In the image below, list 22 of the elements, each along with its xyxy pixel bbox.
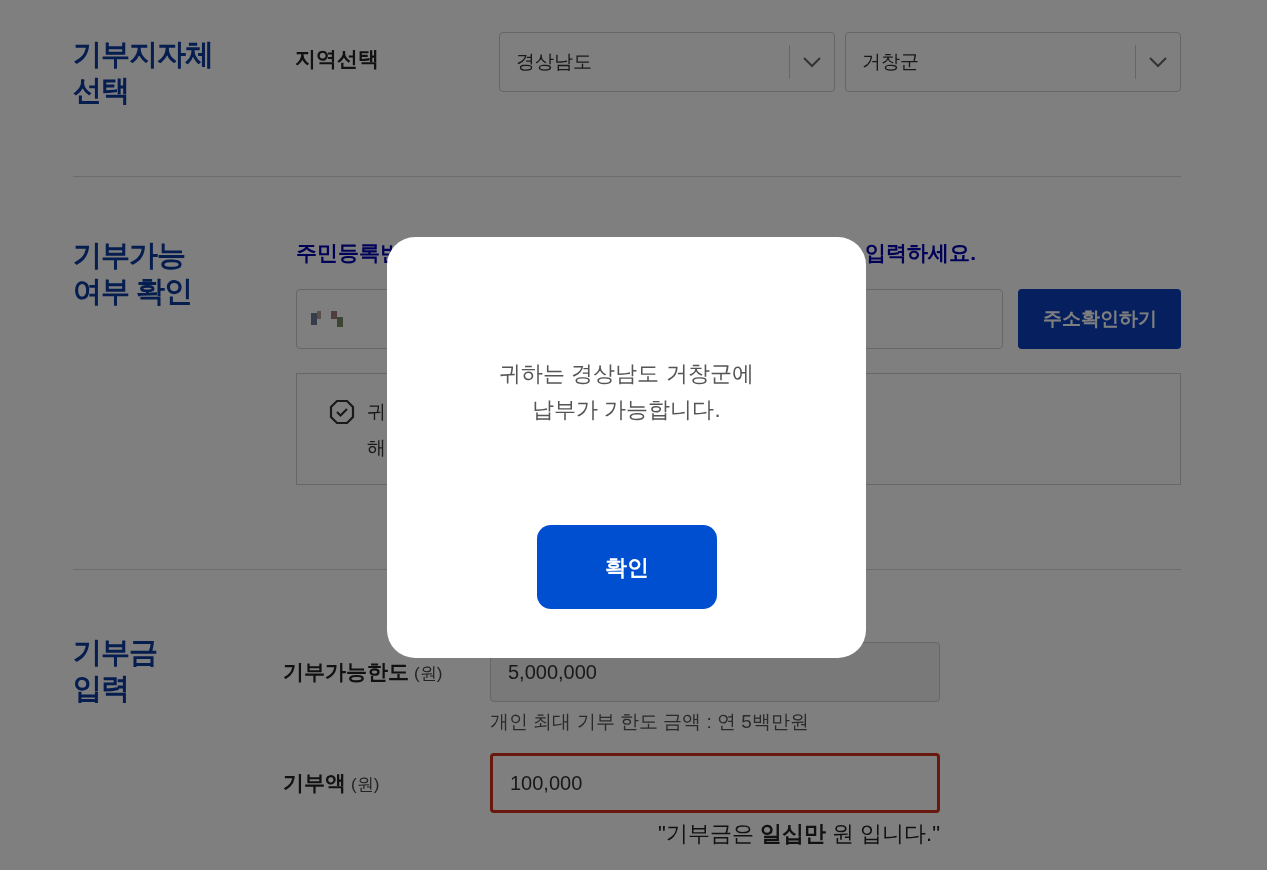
amount-words-text: "기부금은 일십만 원 입니다."	[657, 819, 940, 848]
region-select[interactable]: 경상남도	[499, 32, 835, 92]
dialog-message: 귀하는 경상남도 거창군에 납부가 가능합니다.	[499, 360, 754, 424]
instruction-text: 입력하세요.	[865, 240, 976, 266]
unit-text: (원)	[351, 773, 380, 796]
address-check-button[interactable]: 주소확인하기	[1018, 289, 1181, 349]
field-label: 기부가능한도	[283, 659, 409, 685]
section-heading: 기부금 입력	[73, 635, 158, 706]
field-label: 기부액	[283, 769, 346, 796]
chevron-down-icon	[802, 56, 822, 68]
notice-text: 해	[367, 436, 386, 460]
amount-field[interactable]: 100,000	[490, 752, 940, 813]
region-select[interactable]: 거창군	[845, 32, 1181, 92]
hint-text: 개인 최대 기부 한도 금액 : 연 5백만원	[490, 710, 809, 734]
check-badge-icon	[329, 399, 355, 425]
notice-text: 귀	[367, 400, 386, 424]
section-heading: 기부지자체 선택	[73, 37, 214, 108]
unit-text: (원)	[414, 663, 443, 685]
section-heading: 기부가능 여부 확인	[73, 238, 194, 309]
confirm-button[interactable]: 확인	[536, 525, 717, 609]
field-label: 지역선택	[295, 46, 381, 72]
chevron-down-icon	[1148, 56, 1168, 68]
